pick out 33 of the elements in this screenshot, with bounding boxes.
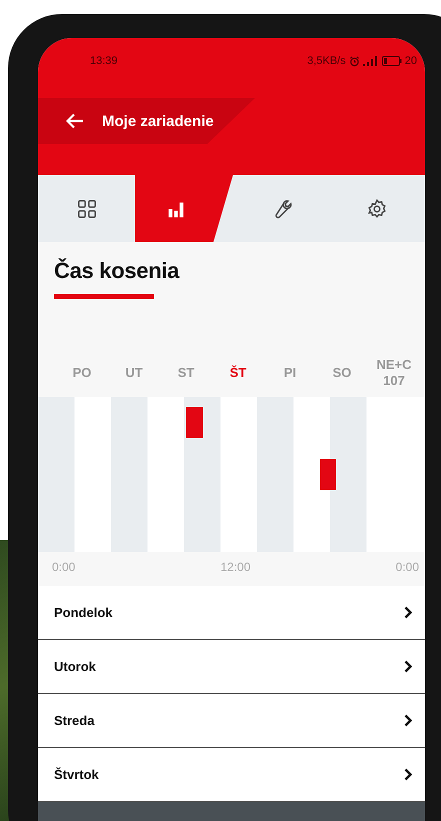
day-label: SO [332,364,352,381]
battery-icon [382,56,402,66]
status-time: 13:39 [90,55,118,67]
time-label: 0:00 [52,560,76,574]
day-label: ŠT [228,364,248,381]
day-name: Pondelok [54,605,113,620]
battery-percent: 20 [404,55,417,67]
back-arrow-icon[interactable] [66,113,84,129]
day-label: PI [282,364,298,381]
time-label: 12:00 [220,560,251,574]
grid-icon [76,198,98,220]
network-speed: 3,5KB/s [307,55,346,67]
day-label: UT [124,364,144,381]
day-row[interactable]: Štvrtok [38,748,425,802]
day-row[interactable]: Utorok [38,640,425,694]
day-name: Štvrtok [54,767,99,782]
page-title: Moje zariadenie [102,112,214,130]
day-row[interactable]: Streda [38,694,425,748]
chevron-right-icon [404,660,413,673]
settings-icon [366,198,388,220]
signal-icon [362,56,379,66]
time-label: 0:00 [396,560,419,574]
day-row[interactable]: Pondelok [38,586,425,640]
chevron-right-icon [404,714,413,727]
alarm-icon [348,56,360,66]
chevron-right-icon [404,768,413,781]
day-name: Utorok [54,659,96,674]
day-label: ST [176,364,196,381]
day-label: NE+C 107 [375,357,413,389]
section-title: Čas kosenia [54,258,180,284]
day-name: Streda [54,713,94,728]
chevron-right-icon [404,606,413,619]
day-label: PO [72,364,92,381]
